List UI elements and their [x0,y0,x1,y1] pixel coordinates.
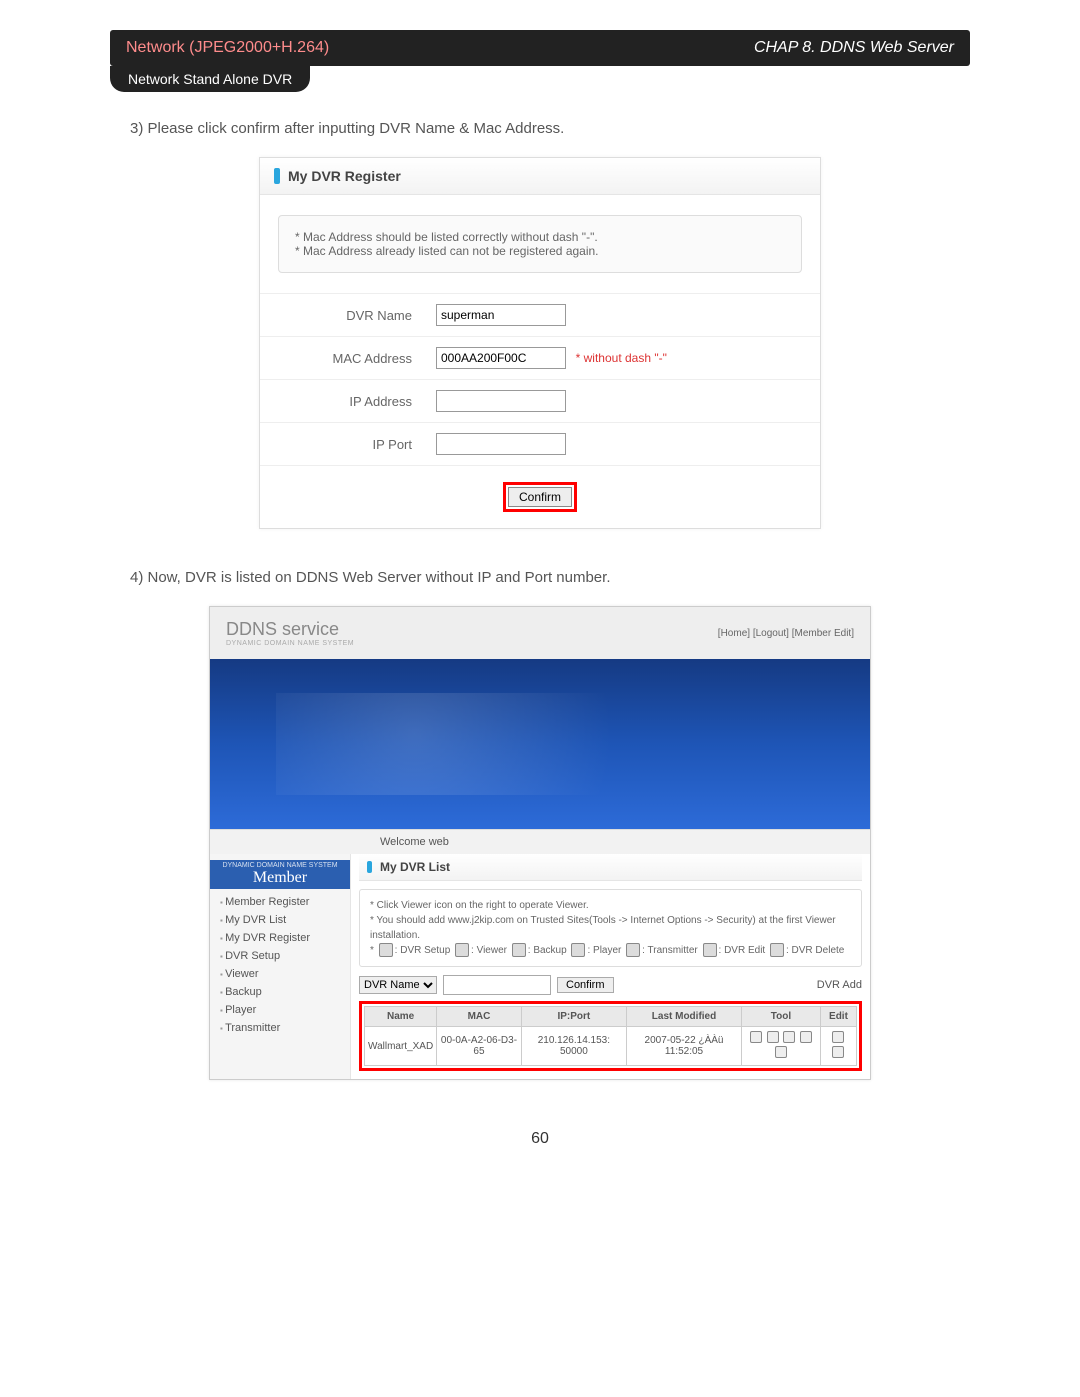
mac-hint: * without dash "-" [576,351,667,365]
page-header: Network (JPEG2000+H.264) CHAP 8. DDNS We… [110,30,970,90]
col-tool: Tool [742,1007,821,1027]
tool-backup-icon[interactable] [783,1031,795,1043]
col-last-modified: Last Modified [627,1007,742,1027]
dvr-delete-icon[interactable] [832,1046,844,1058]
ddns-logo: DDNS service DYNAMIC DOMAIN NAME SYSTEM [226,619,354,647]
dvr-list-title: My DVR List [359,854,862,881]
dvr-table: Name MAC IP:Port Last Modified Tool Edit… [364,1006,857,1066]
register-note-2: * Mac Address already listed can not be … [295,244,785,258]
col-ipport: IP:Port [521,1007,626,1027]
cell-edit [820,1027,856,1066]
tool-setup-icon[interactable] [750,1031,762,1043]
sidebar-item-my-dvr-list[interactable]: My DVR List [210,911,350,929]
sidebar-item-dvr-setup[interactable]: DVR Setup [210,947,350,965]
confirm-highlight: Confirm [503,482,577,512]
side-nav-header: DYNAMIC DOMAIN NAME SYSTEM Member [210,860,350,889]
link-member-edit[interactable]: [Member Edit] [792,628,854,639]
cell-tool [742,1027,821,1066]
legend-icon [703,943,717,957]
tool-transmitter-icon[interactable] [775,1046,787,1058]
dvr-register-title: My DVR Register [260,158,820,195]
side-nav-header-small: DYNAMIC DOMAIN NAME SYSTEM [210,862,350,869]
register-note-box: * Mac Address should be listed correctly… [278,215,802,273]
confirm-button[interactable]: Confirm [508,487,572,507]
label-dvr-name: DVR Name [260,294,424,337]
legend-line-2: * You should add www.j2kip.com on Truste… [370,913,851,943]
link-logout[interactable]: [Logout] [753,628,789,639]
cell-mac[interactable]: 00-0A-A2-06-D3-65 [437,1027,522,1066]
header-links: [Home] [Logout] [Member Edit] [718,628,854,639]
sidebar-item-transmitter[interactable]: Transmitter [210,1019,350,1037]
label-mac-address: MAC Address [260,337,424,380]
header-title-left: Network (JPEG2000+H.264) [126,30,329,66]
hero-banner [210,659,870,829]
sidebar-item-member-register[interactable]: Member Register [210,893,350,911]
cell-ipport[interactable]: 210.126.14.153: 50000 [521,1027,626,1066]
sidebar-item-my-dvr-register[interactable]: My DVR Register [210,929,350,947]
label-ip-address: IP Address [260,380,424,423]
page-number: 60 [110,1130,970,1148]
link-home[interactable]: [Home] [718,628,750,639]
search-confirm-button[interactable]: Confirm [557,977,614,993]
dvr-edit-icon[interactable] [832,1031,844,1043]
dvr-register-panel: My DVR Register * Mac Address should be … [259,157,821,529]
label-ip-port: IP Port [260,423,424,466]
title-accent-bar [367,861,372,873]
header-subtitle-pill: Network Stand Alone DVR [110,66,310,92]
legend-icon [379,943,393,957]
cell-name: Wallmart_XAD [365,1027,437,1066]
welcome-bar: Welcome web [210,829,870,854]
col-edit: Edit [820,1007,856,1027]
instruction-step-4: 4) Now, DVR is listed on DDNS Web Server… [130,569,950,586]
cell-last-modified: 2007-05-22 ¿ÀÀü 11:52:05 [627,1027,742,1066]
legend-icon [455,943,469,957]
title-accent-bar [274,168,280,184]
side-nav: DYNAMIC DOMAIN NAME SYSTEM Member Member… [210,854,351,1079]
legend-icon [770,943,784,957]
legend-icon [626,943,640,957]
ddns-logo-title: DDNS service [226,619,354,640]
side-nav-header-title: Member [210,869,350,887]
dvr-search-row: DVR Name Confirm DVR Add [359,975,862,995]
dvr-list-legend: * Click Viewer icon on the right to oper… [359,889,862,967]
dvr-name-input[interactable] [436,304,566,326]
dvr-table-highlight: Name MAC IP:Port Last Modified Tool Edit… [359,1001,862,1071]
legend-line-1: * Click Viewer icon on the right to oper… [370,898,851,913]
ddns-logo-sub: DYNAMIC DOMAIN NAME SYSTEM [226,640,354,647]
mac-address-input[interactable] [436,347,566,369]
tool-viewer-icon[interactable] [767,1031,779,1043]
instruction-step-3: 3) Please click confirm after inputting … [130,120,950,137]
dvr-list-title-text: My DVR List [380,860,450,874]
ip-address-input[interactable] [436,390,566,412]
sidebar-item-player[interactable]: Player [210,1001,350,1019]
legend-icon [571,943,585,957]
table-row: Wallmart_XAD 00-0A-A2-06-D3-65 210.126.1… [365,1027,857,1066]
sidebar-item-viewer[interactable]: Viewer [210,965,350,983]
ddns-service-screenshot: DDNS service DYNAMIC DOMAIN NAME SYSTEM … [209,606,871,1080]
col-mac: MAC [437,1007,522,1027]
header-chapter: CHAP 8. DDNS Web Server [754,30,954,66]
dvr-register-title-text: My DVR Register [288,168,401,184]
dvr-add-link[interactable]: DVR Add [817,979,862,991]
sidebar-item-backup[interactable]: Backup [210,983,350,1001]
legend-line-3: * : DVR Setup : Viewer : Backup : Player… [370,943,851,958]
search-by-select[interactable]: DVR Name [359,976,437,994]
search-term-input[interactable] [443,975,551,995]
ip-port-input[interactable] [436,433,566,455]
legend-icon [512,943,526,957]
register-note-1: * Mac Address should be listed correctly… [295,230,785,244]
col-name: Name [365,1007,437,1027]
tool-player-icon[interactable] [800,1031,812,1043]
